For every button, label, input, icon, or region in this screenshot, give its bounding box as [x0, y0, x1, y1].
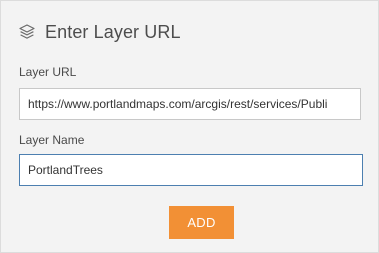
panel-title: Enter Layer URL	[45, 21, 181, 42]
layer-name-input[interactable]: PortlandTrees	[19, 154, 363, 186]
add-layer-url-panel: Enter Layer URL Layer URL https://www.po…	[0, 0, 379, 253]
layer-url-input[interactable]: https://www.portlandmaps.com/arcgis/rest…	[19, 88, 361, 120]
layer-url-label: Layer URL	[19, 65, 77, 79]
layers-icon	[18, 23, 36, 41]
panel-header: Enter Layer URL	[18, 20, 181, 44]
add-button[interactable]: ADD	[169, 206, 234, 239]
layer-name-label: Layer Name	[19, 133, 85, 147]
